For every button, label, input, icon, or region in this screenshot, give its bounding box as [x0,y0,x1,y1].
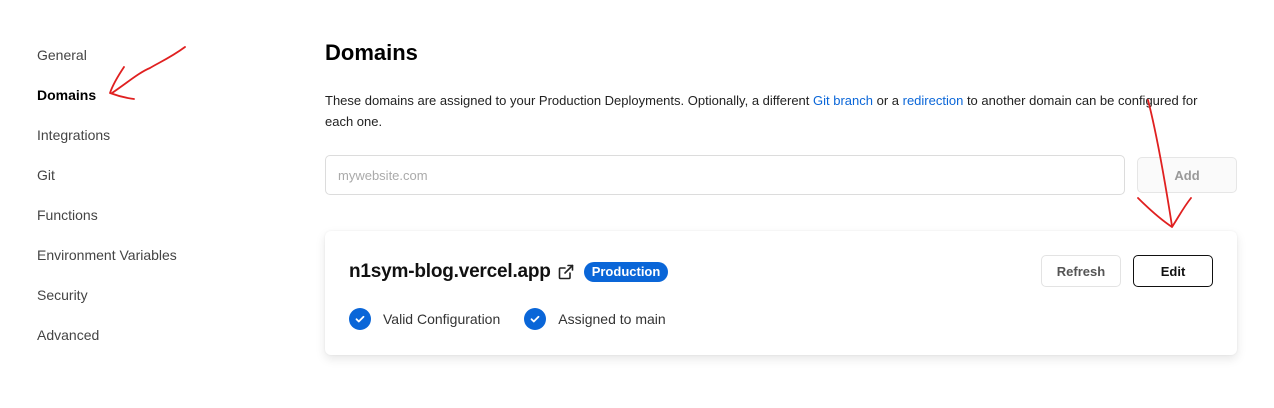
status-label: Valid Configuration [383,311,501,327]
sidebar-item-integrations[interactable]: Integrations [37,124,257,164]
domain-status-row: Valid Configuration Assigned to main [349,307,690,331]
domains-section: Domains These domains are assigned to yo… [325,38,1237,355]
domain-card: n1sym-blog.vercel.app Production Refresh… [325,231,1237,355]
description-text: or a [873,93,903,108]
project-settings-page: General Domains Integrations Git Functio… [0,0,1274,408]
redirection-link[interactable]: redirection [903,93,964,108]
edit-button[interactable]: Edit [1133,255,1213,287]
sidebar-item-advanced[interactable]: Advanced [37,324,257,364]
description-text: These domains are assigned to your Produ… [325,93,814,108]
domains-description: These domains are assigned to your Produ… [325,90,1205,132]
status-label: Assigned to main [558,311,666,327]
refresh-button[interactable]: Refresh [1041,255,1121,287]
domain-input[interactable] [325,155,1125,195]
annotation-arrow-edit-head [1137,197,1192,228]
sidebar-item-environment-variables[interactable]: Environment Variables [37,244,257,284]
check-circle-icon [349,308,371,330]
domain-header: n1sym-blog.vercel.app Production [349,259,669,285]
domain-name: n1sym-blog.vercel.app [349,261,551,282]
check-circle-icon [524,308,547,330]
production-badge: Production [583,262,669,282]
sidebar-item-functions[interactable]: Functions [37,204,257,244]
status-assigned-branch: Assigned to main [524,308,666,330]
sidebar-item-general[interactable]: General [37,44,257,84]
sidebar-item-domains[interactable]: Domains [37,84,257,124]
add-domain-button[interactable]: Add [1137,157,1237,193]
external-link-icon[interactable] [557,263,575,281]
status-valid-configuration: Valid Configuration [349,308,500,330]
sidebar-item-security[interactable]: Security [37,284,257,324]
settings-sidebar: General Domains Integrations Git Functio… [37,44,257,364]
page-title: Domains [325,40,418,65]
git-branch-link[interactable]: Git branch [813,93,873,108]
sidebar-item-git[interactable]: Git [37,164,257,204]
add-domain-form: Add [325,155,1237,195]
